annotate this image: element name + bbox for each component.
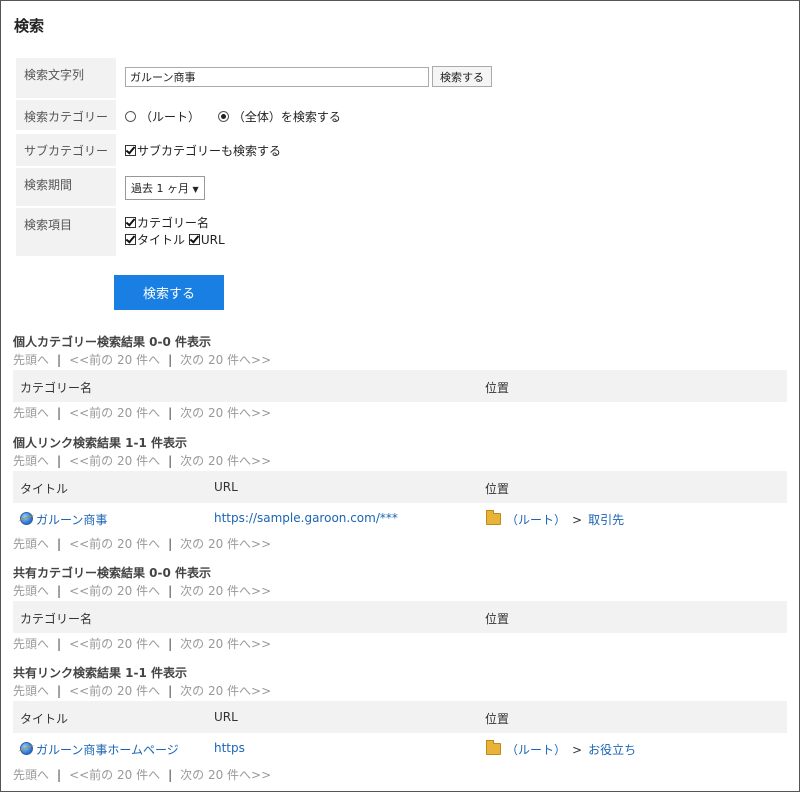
col-location: 位置 bbox=[485, 612, 510, 626]
personal-category-results-title: 個人カテゴリー検索結果 0-0 件表示 bbox=[13, 335, 212, 349]
pager-first[interactable]: 先頭へ bbox=[13, 537, 49, 551]
location-child-link[interactable]: 取引先 bbox=[588, 513, 624, 527]
pager-prev[interactable]: <<前の 20 件へ bbox=[69, 537, 160, 551]
form-label-query: 検索文字列 bbox=[16, 58, 116, 98]
link-title-cell[interactable]: ガルーン商事ホームページ bbox=[20, 741, 179, 758]
pager-next[interactable]: 次の 20 件へ>> bbox=[180, 353, 271, 367]
folder-icon bbox=[486, 510, 501, 525]
pager-first[interactable]: 先頭へ bbox=[13, 637, 49, 651]
link-title[interactable]: ガルーン商事ホームページ bbox=[36, 743, 179, 757]
pager-first[interactable]: 先頭へ bbox=[13, 454, 49, 468]
pager-prev[interactable]: <<前の 20 件へ bbox=[69, 406, 160, 420]
link-url[interactable]: https bbox=[214, 741, 245, 755]
form-row-period: 検索期間 過去 1 ヶ月 ▼ bbox=[16, 168, 786, 206]
search-submit-button[interactable]: 検索する bbox=[114, 275, 224, 310]
form-label-period: 検索期間 bbox=[16, 168, 116, 206]
col-location: 位置 bbox=[485, 712, 510, 726]
location-cell: （ルート） > お役立ち bbox=[486, 740, 636, 758]
pager-bottom-shared-category: 先頭へ | <<前の 20 件へ | 次の 20 件へ>> bbox=[13, 637, 272, 651]
table-row: ガルーン商事ホームページ https （ルート） > お役立ち bbox=[13, 737, 787, 761]
table-header: カテゴリー名 位置 bbox=[13, 370, 787, 402]
pager-first[interactable]: 先頭へ bbox=[13, 406, 49, 420]
form-row-items: 検索項目 カテゴリー名 タイトル URL bbox=[16, 208, 786, 256]
item-url-label[interactable]: URL bbox=[201, 233, 225, 247]
radio-root[interactable]: （ルート） bbox=[125, 110, 200, 124]
pager-next[interactable]: 次の 20 件へ>> bbox=[180, 406, 271, 420]
link-title[interactable]: ガルーン商事 bbox=[36, 513, 107, 527]
pager-prev[interactable]: <<前の 20 件へ bbox=[69, 353, 160, 367]
pager-next[interactable]: 次の 20 件へ>> bbox=[180, 454, 271, 468]
location-root-link[interactable]: （ルート） bbox=[506, 743, 566, 757]
period-select[interactable]: 過去 1 ヶ月 ▼ bbox=[125, 176, 205, 200]
pager-prev[interactable]: <<前の 20 件へ bbox=[69, 637, 160, 651]
inline-search-button[interactable]: 検索する bbox=[432, 66, 492, 87]
shared-category-results-title: 共有カテゴリー検索結果 0-0 件表示 bbox=[13, 566, 212, 580]
pager-top-personal-link: 先頭へ | <<前の 20 件へ | 次の 20 件へ>> bbox=[13, 454, 272, 468]
radio-all[interactable]: （全体）を検索する bbox=[217, 110, 341, 124]
pager-top-personal-category: 先頭へ | <<前の 20 件へ | 次の 20 件へ>> bbox=[13, 353, 272, 367]
globe-link-icon bbox=[20, 512, 33, 525]
pager-next[interactable]: 次の 20 件へ>> bbox=[180, 768, 271, 782]
pager-prev[interactable]: <<前の 20 件へ bbox=[69, 584, 160, 598]
form-row-category: 検索カテゴリー （ルート） （全体）を検索する bbox=[16, 100, 786, 130]
item-title-label[interactable]: タイトル bbox=[137, 233, 185, 247]
pager-first[interactable]: 先頭へ bbox=[13, 684, 49, 698]
folder-icon bbox=[486, 740, 501, 755]
form-label-subcategory: サブカテゴリー bbox=[16, 134, 116, 166]
pager-first[interactable]: 先頭へ bbox=[13, 353, 49, 367]
personal-link-results-title: 個人リンク検索結果 1-1 件表示 bbox=[13, 436, 188, 450]
form-row-query: 検索文字列 検索する bbox=[16, 58, 786, 98]
table-header: カテゴリー名 位置 bbox=[13, 601, 787, 633]
pager-prev[interactable]: <<前の 20 件へ bbox=[69, 454, 160, 468]
form-label-category: 検索カテゴリー bbox=[16, 100, 116, 130]
table-header: タイトル URL 位置 bbox=[13, 471, 787, 503]
location-child-link[interactable]: お役立ち bbox=[588, 743, 636, 757]
pager-top-shared-link: 先頭へ | <<前の 20 件へ | 次の 20 件へ>> bbox=[13, 684, 272, 698]
col-category-name: カテゴリー名 bbox=[20, 612, 93, 626]
item-category-name-label[interactable]: カテゴリー名 bbox=[137, 216, 209, 230]
location-root-link[interactable]: （ルート） bbox=[506, 513, 566, 527]
col-title: タイトル bbox=[20, 712, 69, 726]
pager-bottom-shared-link: 先頭へ | <<前の 20 件へ | 次の 20 件へ>> bbox=[13, 768, 272, 782]
form-row-subcategory: サブカテゴリー サブカテゴリーも検索する bbox=[16, 134, 786, 166]
link-url[interactable]: https://sample.garoon.com/*** bbox=[214, 511, 398, 525]
pager-prev[interactable]: <<前の 20 件へ bbox=[69, 684, 160, 698]
pager-bottom-personal-category: 先頭へ | <<前の 20 件へ | 次の 20 件へ>> bbox=[13, 406, 272, 420]
col-location: 位置 bbox=[485, 482, 510, 496]
pager-first[interactable]: 先頭へ bbox=[13, 768, 49, 782]
col-location: 位置 bbox=[485, 381, 510, 395]
radio-all-button[interactable] bbox=[217, 111, 229, 122]
pager-next[interactable]: 次の 20 件へ>> bbox=[180, 637, 271, 651]
page-title: 検索 bbox=[14, 17, 45, 35]
col-title: タイトル bbox=[20, 482, 69, 496]
shared-link-results-title: 共有リンク検索結果 1-1 件表示 bbox=[13, 666, 188, 680]
pager-next[interactable]: 次の 20 件へ>> bbox=[180, 584, 271, 598]
radio-root-button[interactable] bbox=[125, 111, 136, 122]
search-query-input[interactable] bbox=[125, 66, 429, 87]
pager-next[interactable]: 次の 20 件へ>> bbox=[180, 684, 271, 698]
table-row: ガルーン商事 https://sample.garoon.com/*** （ルー… bbox=[13, 507, 787, 531]
globe-link-icon bbox=[20, 742, 33, 755]
form-label-items: 検索項目 bbox=[16, 208, 116, 256]
col-url: URL bbox=[214, 480, 238, 494]
pager-top-shared-category: 先頭へ | <<前の 20 件へ | 次の 20 件へ>> bbox=[13, 584, 272, 598]
subcategory-check-label[interactable]: サブカテゴリーも検索する bbox=[137, 144, 281, 158]
col-url: URL bbox=[214, 710, 238, 724]
subcategory-checkbox[interactable] bbox=[125, 145, 136, 156]
pager-bottom-personal-link: 先頭へ | <<前の 20 件へ | 次の 20 件へ>> bbox=[13, 537, 272, 551]
location-cell: （ルート） > 取引先 bbox=[486, 510, 624, 528]
link-title-cell[interactable]: ガルーン商事 bbox=[20, 511, 107, 528]
pager-prev[interactable]: <<前の 20 件へ bbox=[69, 768, 160, 782]
item-category-name-checkbox[interactable] bbox=[125, 217, 136, 228]
col-category-name: カテゴリー名 bbox=[20, 381, 93, 395]
search-page: 検索 検索文字列 検索する 検索カテゴリー （ルート） （全体）を検索する サブ… bbox=[0, 0, 800, 792]
table-header: タイトル URL 位置 bbox=[13, 701, 787, 733]
chevron-down-icon: ▼ bbox=[192, 185, 199, 194]
item-url-checkbox[interactable] bbox=[188, 234, 200, 245]
pager-first[interactable]: 先頭へ bbox=[13, 584, 49, 598]
item-title-checkbox[interactable] bbox=[125, 234, 136, 245]
pager-next[interactable]: 次の 20 件へ>> bbox=[180, 537, 271, 551]
